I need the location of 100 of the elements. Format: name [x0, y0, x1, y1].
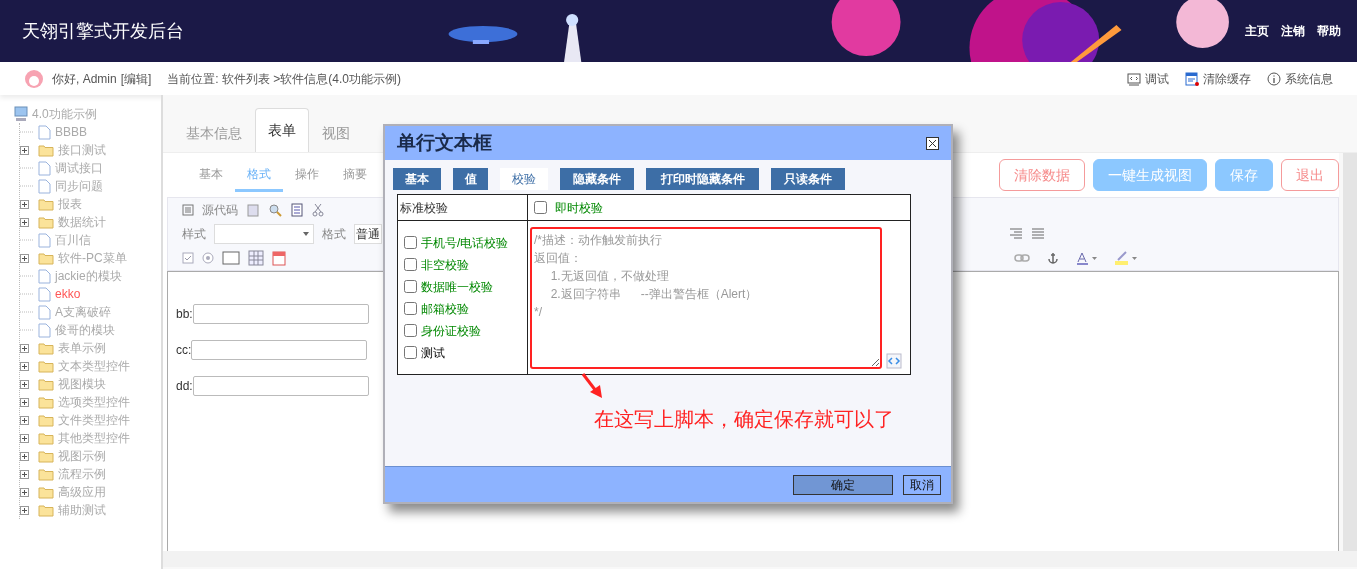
tree-item[interactable]: 选项类型控件 — [58, 393, 130, 411]
anchor-icon[interactable] — [1046, 251, 1060, 265]
horizontal-scrollbar[interactable] — [163, 551, 1357, 567]
tab[interactable]: 基本信息 — [173, 114, 255, 152]
tab[interactable]: 操作 — [283, 158, 331, 192]
standard-validation-label: 标准校验 — [400, 200, 448, 215]
toolbar-link[interactable]: 清除缓存 — [1203, 69, 1251, 88]
checkbox[interactable] — [404, 236, 417, 249]
checkbox[interactable] — [534, 201, 547, 214]
checkbox-label: 即时校验 — [555, 199, 603, 217]
tab[interactable]: 摘要 — [331, 158, 379, 192]
radio-icon[interactable] — [202, 252, 214, 264]
checkbox-icon[interactable] — [182, 252, 194, 264]
script-field[interactable]: /*描述：动作触发前执行 返回值： 1.无返回值，不做处理 2.返回字符串 --弹出警告框（Alert） */ — [530, 226, 882, 369]
action-button[interactable]: 一键生成视图 — [1093, 159, 1207, 191]
source-button[interactable]: 源代码 — [202, 201, 238, 219]
input-field[interactable] — [192, 376, 369, 396]
action-button[interactable]: 退出 — [1281, 159, 1339, 191]
cut-icon[interactable] — [312, 203, 324, 217]
cache-icon[interactable] — [1185, 71, 1199, 86]
close-icon[interactable] — [926, 136, 939, 150]
tree-item[interactable]: 数据统计 — [58, 213, 106, 231]
tab[interactable]: 只读条件 — [771, 168, 845, 190]
tree-item[interactable]: 文本类型控件 — [58, 357, 130, 375]
nav-link[interactable]: 主页 — [1245, 22, 1269, 40]
checkbox[interactable] — [404, 258, 417, 271]
tree-item[interactable]: 流程示例 — [58, 465, 106, 483]
nav-link[interactable]: 注销 — [1281, 22, 1305, 40]
tree-item[interactable]: 文件类型控件 — [58, 411, 130, 429]
tab[interactable]: 校验 — [500, 168, 548, 190]
checkbox[interactable] — [404, 324, 417, 337]
checkbox[interactable] — [404, 346, 417, 359]
preview-icon[interactable] — [268, 203, 282, 217]
file-icon — [38, 286, 51, 302]
tab[interactable]: 隐藏条件 — [560, 168, 634, 190]
input-field[interactable] — [192, 304, 369, 324]
info-icon[interactable] — [1267, 71, 1281, 86]
folder-icon — [38, 143, 54, 157]
tab[interactable]: 表单 — [255, 108, 309, 152]
folder-icon — [38, 449, 54, 463]
checkbox[interactable] — [404, 302, 417, 315]
folder-icon — [38, 503, 54, 517]
textfield-icon[interactable] — [222, 251, 240, 265]
folder-icon — [38, 251, 54, 265]
tree-item[interactable]: 表单示例 — [58, 339, 106, 357]
tab[interactable]: 基本 — [393, 168, 441, 190]
folder-icon — [38, 467, 54, 481]
action-button[interactable]: 保存 — [1215, 159, 1273, 191]
tab[interactable]: 视图 — [309, 114, 363, 152]
tree-item[interactable]: jackie的模块 — [55, 267, 122, 285]
checkbox-label: 邮箱校验 — [421, 300, 469, 318]
highlight-icon[interactable] — [1114, 251, 1138, 265]
dropdown-icon — [303, 232, 309, 236]
tab[interactable]: 值 — [453, 168, 488, 190]
checkbox-label: 非空校验 — [421, 256, 469, 274]
file-icon — [38, 304, 51, 320]
tree-item[interactable]: 辅助测试 — [58, 501, 106, 519]
file-icon — [38, 178, 51, 194]
style-label: 样式 — [182, 226, 206, 243]
dialog-button[interactable]: 取消 — [903, 474, 941, 495]
field-label: cc: — [176, 342, 192, 359]
tree-root[interactable]: 4.0功能示例 — [32, 105, 97, 123]
tree-item[interactable]: 调试接口 — [55, 159, 103, 177]
file-icon — [38, 322, 51, 338]
toolbar-link[interactable]: 调试 — [1145, 69, 1169, 88]
font-color-icon[interactable] — [1076, 251, 1098, 265]
computer-icon — [14, 106, 28, 122]
breadcrumb: 当前位置: 软件列表 >软件信息(4.0功能示例) — [167, 70, 402, 88]
tree-item[interactable]: 报表 — [58, 195, 82, 213]
tree-item[interactable]: A支离破碎 — [55, 303, 111, 321]
folder-icon — [38, 197, 54, 211]
tree-item[interactable]: 其他类型控件 — [58, 429, 130, 447]
checkbox-label: 数据唯一校验 — [421, 278, 493, 296]
tree-item[interactable]: 高级应用 — [58, 483, 106, 501]
tab[interactable]: 基本 — [187, 158, 235, 192]
tree-item[interactable]: 俊哥的模块 — [55, 321, 115, 339]
action-button[interactable]: 清除数据 — [999, 159, 1085, 191]
tree-item[interactable]: 接口测试 — [58, 141, 106, 159]
nav-link[interactable]: 帮助 — [1317, 22, 1341, 40]
tree-item[interactable]: 同步问题 — [55, 177, 103, 195]
tree-item[interactable]: ekko — [55, 285, 81, 303]
tree-item[interactable]: 软件-PC菜单 — [58, 249, 127, 267]
app-title: 天翎引擎式开发后台 — [21, 19, 185, 43]
document-icon[interactable] — [290, 203, 304, 217]
dialog-button[interactable]: 确定 — [793, 474, 893, 495]
format-select[interactable]: 普通 — [354, 224, 382, 244]
calendar-icon[interactable] — [272, 250, 286, 266]
tab[interactable]: 格式 — [235, 158, 283, 192]
debug-icon[interactable] — [1127, 71, 1141, 86]
input-field[interactable] — [191, 340, 368, 360]
source-icon[interactable] — [182, 204, 194, 216]
toolbar-link[interactable]: 系统信息 — [1285, 69, 1333, 88]
edit-link[interactable]: [编辑] — [120, 69, 152, 88]
code-icon[interactable] — [886, 352, 902, 369]
tree-item[interactable]: BBBB — [55, 123, 87, 141]
tree-item[interactable]: 百川信 — [55, 231, 91, 249]
tree-item[interactable]: 视图模块 — [58, 375, 106, 393]
checkbox[interactable] — [404, 280, 417, 293]
tree-item[interactable]: 视图示例 — [58, 447, 106, 465]
tab[interactable]: 打印时隐藏条件 — [646, 168, 759, 190]
